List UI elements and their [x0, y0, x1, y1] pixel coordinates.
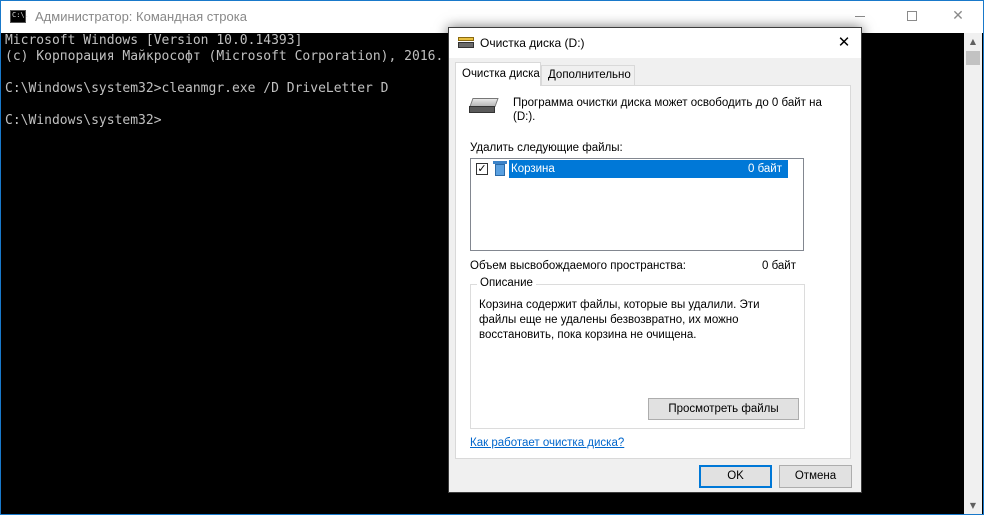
maximize-button[interactable] [889, 1, 935, 32]
cmd-app-icon: C:\. [10, 10, 29, 23]
tab-more-options[interactable]: Дополнительно [541, 65, 635, 85]
list-item-size: 0 байт [747, 163, 782, 175]
vertical-scrollbar[interactable]: ▲ ▼ [964, 33, 982, 514]
close-button[interactable]: ✕ [935, 1, 981, 32]
console-line: (c) Корпорация Майкрософт (Microsoft Cor… [5, 49, 444, 64]
disk-cleanup-icon [458, 37, 474, 49]
tab-disk-cleanup[interactable]: Очистка диска [455, 62, 541, 86]
recycle-bin-checkbox[interactable]: ✓ [476, 163, 488, 175]
space-freed-label: Объем высвобождаемого пространства: [470, 260, 686, 272]
cmd-window-title: Администратор: Командная строка [35, 9, 247, 24]
maximize-icon [907, 11, 917, 21]
help-link[interactable]: Как работает очистка диска? [470, 437, 624, 449]
scrollbar-thumb[interactable] [966, 51, 980, 65]
ok-button[interactable]: OK [699, 465, 772, 488]
close-icon: ✕ [952, 8, 964, 24]
intro-text: Программа очистки диска может освободить… [513, 97, 822, 123]
minimize-icon [855, 15, 865, 17]
tab-panel: Программа очистки диска может освободить… [455, 85, 851, 459]
dialog-title-bar[interactable]: Очистка диска (D:) ✕ [449, 28, 861, 58]
close-icon: ✕ [837, 34, 851, 51]
recycle-bin-icon [493, 161, 507, 176]
description-text: Корзина содержит файлы, которые вы удали… [479, 299, 760, 341]
console-line: Microsoft Windows [Version 10.0.14393] [5, 33, 303, 48]
files-to-delete-label: Удалить следующие файлы: [470, 142, 623, 154]
scroll-up-arrow-icon[interactable]: ▲ [964, 33, 982, 50]
console-line: C:\Windows\system32>cleanmgr.exe /D Driv… [5, 81, 389, 96]
view-files-button[interactable]: Просмотреть файлы [648, 398, 799, 420]
cmd-app-icon-label: C:\. [12, 11, 29, 19]
hard-drive-icon [469, 98, 499, 114]
description-legend: Описание [477, 277, 536, 289]
files-to-delete-list[interactable]: ✓ Корзина 0 байт [470, 158, 804, 251]
dialog-close-button[interactable]: ✕ [829, 30, 859, 56]
console-prompt: C:\Windows\system32> [5, 113, 162, 128]
disk-cleanup-dialog: Очистка диска (D:) ✕ Очистка диска Допол… [448, 27, 862, 493]
dialog-title: Очистка диска (D:) [480, 36, 585, 50]
list-item[interactable]: ✓ Корзина 0 байт [472, 160, 788, 178]
cancel-button[interactable]: Отмена [779, 465, 852, 488]
scroll-down-arrow-icon[interactable]: ▼ [964, 497, 982, 514]
list-item-selection[interactable]: Корзина 0 байт [509, 160, 788, 178]
space-freed-value: 0 байт [762, 260, 797, 272]
description-group: Описание Корзина содержит файлы, которые… [470, 277, 805, 429]
list-item-name: Корзина [511, 163, 555, 175]
